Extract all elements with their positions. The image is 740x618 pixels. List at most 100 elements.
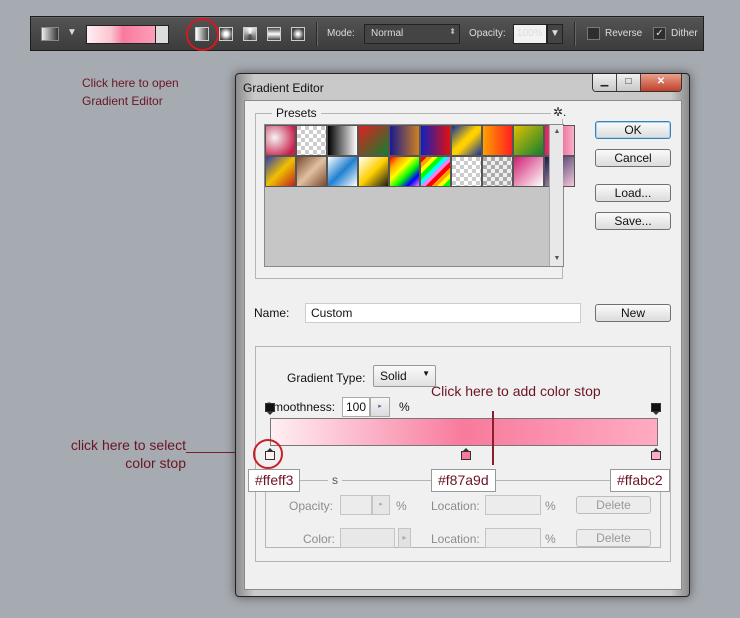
add-stop-annotation: Click here to add color stop — [431, 383, 601, 399]
opacity-stop-right[interactable] — [651, 403, 661, 415]
name-label: Name: — [254, 306, 290, 320]
tool-preset-dropdown-icon[interactable]: ▼ — [67, 27, 77, 38]
preset-swatch[interactable] — [389, 125, 420, 156]
color-stop-right[interactable] — [651, 448, 661, 460]
delete-color-stop-button[interactable]: Delete — [576, 529, 651, 547]
toolbar-divider — [316, 22, 317, 46]
presets-grid — [265, 125, 575, 187]
hex-tag-right: #ffabc2 — [610, 469, 670, 492]
stop-opacity-input[interactable] — [340, 495, 372, 515]
load-button[interactable]: Load... — [595, 184, 671, 202]
preset-swatch[interactable] — [265, 156, 296, 187]
toolbar-divider — [574, 22, 575, 46]
opacity-stop-left[interactable] — [265, 403, 275, 415]
preset-swatch[interactable] — [296, 156, 327, 187]
save-button[interactable]: Save... — [595, 212, 671, 230]
smoothness-unit: % — [399, 400, 410, 414]
stop-opacity-label: Opacity: — [289, 499, 334, 513]
preset-swatch[interactable] — [513, 156, 544, 187]
minimize-icon[interactable]: ▁ — [593, 74, 617, 91]
color-stop-cap — [461, 451, 471, 460]
stop-color-label: Color: — [303, 532, 336, 546]
maximize-icon[interactable]: □ — [617, 74, 641, 91]
reverse-checkbox[interactable] — [587, 27, 600, 40]
presets-scrollbar[interactable]: ▲ ▼ — [549, 125, 563, 266]
preset-swatch[interactable] — [482, 125, 513, 156]
gradient-type-value: Solid — [380, 369, 407, 383]
reflected-gradient-icon[interactable] — [267, 27, 281, 41]
smoothness-label: Smoothness: — [265, 400, 336, 414]
gear-icon[interactable]: ✲. — [551, 105, 569, 119]
mode-label: Mode: — [327, 28, 355, 39]
delete-opacity-stop-button[interactable]: Delete — [576, 496, 651, 514]
mode-select[interactable]: Normal ⬍ — [364, 24, 460, 44]
open-editor-annotation-line1: Click here to open — [82, 76, 179, 90]
dialog-titlebar[interactable]: Gradient Editor ▁ □ ✕ — [236, 74, 689, 100]
stop-opacity-slider-icon[interactable]: ▸ — [372, 495, 390, 515]
dither-checkbox[interactable]: ✓ — [653, 27, 666, 40]
select-stop-annotation-line2: color stop — [125, 455, 186, 471]
preset-swatch[interactable] — [296, 125, 327, 156]
preset-swatch[interactable] — [482, 156, 513, 187]
presets-swatch-area: ▲ ▼ — [264, 124, 575, 267]
opacity-input[interactable]: 100% — [513, 24, 547, 44]
preset-swatch[interactable] — [327, 125, 358, 156]
close-icon[interactable]: ✕ — [641, 74, 681, 91]
diamond-gradient-icon[interactable] — [291, 27, 305, 41]
stop-color-location-input[interactable] — [485, 528, 541, 548]
preset-swatch[interactable] — [513, 125, 544, 156]
preset-swatch[interactable] — [358, 125, 389, 156]
open-editor-annotation: Click here to open Gradient Editor — [82, 74, 179, 110]
preset-swatch[interactable] — [420, 156, 451, 187]
opacity-dropdown-icon[interactable]: ▼ — [547, 24, 563, 44]
opacity-stop-cap — [265, 403, 275, 412]
gradient-tool-preset-icon[interactable] — [41, 27, 59, 41]
preset-swatch[interactable] — [451, 156, 482, 187]
select-stop-highlight-circle — [253, 439, 283, 469]
gradient-type-select[interactable]: Solid ▼ — [373, 365, 436, 387]
stop-opacity-location-unit: % — [545, 499, 556, 513]
color-stop-cap — [651, 451, 661, 460]
ok-button[interactable]: OK — [595, 121, 671, 139]
new-button[interactable]: New — [595, 304, 671, 322]
preset-swatch[interactable] — [327, 156, 358, 187]
scroll-up-icon[interactable]: ▲ — [550, 125, 564, 139]
gradient-picker-dropdown-icon[interactable]: ▼ — [155, 25, 169, 44]
presets-group: Presets ✲. ▲ ▼ — [255, 105, 575, 279]
preset-swatch[interactable] — [358, 156, 389, 187]
cancel-button[interactable]: Cancel — [595, 149, 671, 167]
scroll-down-icon[interactable]: ▼ — [550, 252, 564, 266]
open-editor-annotation-line2: Gradient Editor — [82, 94, 163, 108]
mode-arrows-icon: ⬍ — [449, 27, 456, 36]
linear-gradient-icon[interactable] — [195, 27, 209, 41]
smoothness-slider-icon[interactable]: ▸ — [370, 397, 390, 417]
gradient-editor-dialog: Gradient Editor ▁ □ ✕ Presets ✲. ▲ ▼ OK … — [235, 73, 690, 597]
name-input[interactable]: Custom — [305, 303, 581, 323]
preset-swatch[interactable] — [420, 125, 451, 156]
opacity-stop-tip — [267, 412, 273, 415]
preset-swatch[interactable] — [451, 125, 482, 156]
dialog-title: Gradient Editor — [243, 81, 324, 95]
color-stop-middle[interactable] — [461, 448, 471, 460]
stop-color-menu-icon[interactable]: ▸ — [398, 528, 411, 548]
gradient-bar[interactable] — [270, 418, 658, 446]
stop-color-location-unit: % — [545, 532, 556, 546]
opacity-stop-tip — [653, 412, 659, 415]
radial-gradient-icon[interactable] — [219, 27, 233, 41]
select-stop-annotation: click here to select color stop — [66, 436, 186, 472]
angle-gradient-icon[interactable] — [243, 27, 257, 41]
smoothness-input[interactable]: 100 — [342, 397, 370, 417]
gradient-options-bar: ▼ ▼ Mode: Normal ⬍ Opacity: 100% ▼ Rever… — [30, 16, 704, 51]
stop-color-swatch[interactable] — [340, 528, 395, 548]
hex-tag-left: #ffeff3 — [248, 469, 301, 492]
opacity-label: Opacity: — [469, 28, 506, 39]
preset-swatch[interactable] — [389, 156, 420, 187]
mode-value: Normal — [371, 28, 404, 39]
dither-label: Dither — [671, 28, 698, 39]
presets-label: Presets — [272, 106, 321, 120]
add-stop-pointer-line — [492, 411, 494, 465]
stop-opacity-location-input[interactable] — [485, 495, 541, 515]
window-buttons: ▁ □ ✕ — [592, 74, 682, 92]
preset-swatch[interactable] — [265, 125, 296, 156]
chevron-down-icon: ▼ — [422, 369, 430, 378]
